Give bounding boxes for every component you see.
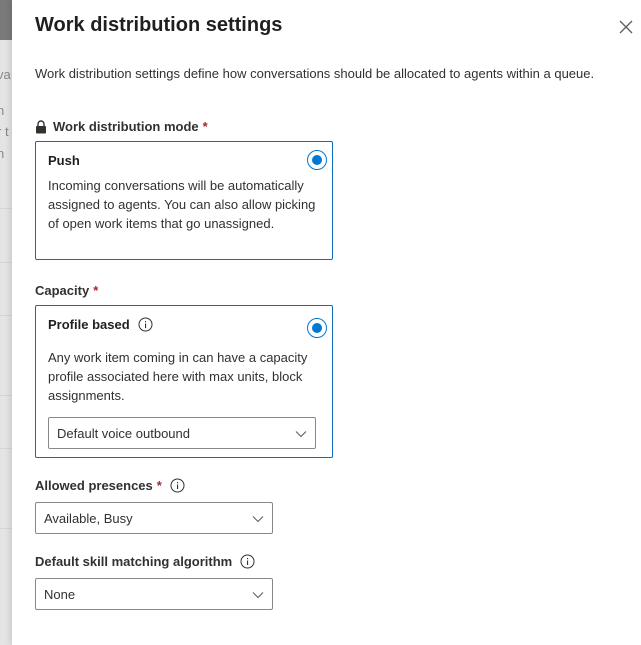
dropdown-value: Available, Busy: [44, 511, 133, 526]
skill-matching-dropdown[interactable]: None: [35, 578, 273, 610]
panel-title: Work distribution settings: [35, 14, 283, 36]
dropdown-value: Default voice outbound: [57, 426, 190, 441]
panel-description: Work distribution settings define how co…: [35, 66, 595, 81]
background-divider: [0, 448, 12, 449]
skill-matching-label: Default skill matching algorithm: [35, 554, 255, 569]
background-divider: [0, 208, 12, 209]
background-divider: [0, 262, 12, 263]
capacity-label: Capacity *: [35, 283, 98, 298]
info-icon[interactable]: [240, 554, 255, 569]
profile-based-option-card[interactable]: Profile based Any work item coming in ca…: [35, 305, 333, 458]
push-option-description: Incoming conversations will be automatic…: [48, 178, 316, 231]
background-text-fragment: n: [0, 146, 5, 161]
background-page: va n r t n: [0, 0, 12, 645]
chevron-down-icon: [252, 516, 264, 523]
background-text-fragment: va: [0, 67, 11, 82]
allowed-presences-dropdown[interactable]: Available, Busy: [35, 502, 273, 534]
work-distribution-mode-label: Work distribution mode *: [35, 119, 208, 134]
background-text-fragment: r t: [0, 124, 9, 139]
push-option-title: Push: [48, 153, 80, 168]
close-icon[interactable]: [617, 18, 635, 36]
required-asterisk: *: [156, 478, 162, 493]
profile-based-option-title-row: Profile based: [48, 317, 153, 332]
profile-based-radio-button[interactable]: [307, 318, 327, 338]
profile-based-option-description: Any work item coming in can have a capac…: [48, 350, 308, 403]
lock-icon: [36, 119, 46, 133]
dropdown-value: None: [44, 587, 76, 602]
info-icon[interactable]: [170, 478, 185, 493]
required-asterisk: *: [93, 283, 99, 298]
background-header-bar: [0, 0, 12, 40]
label-text: Allowed presences: [35, 478, 153, 493]
allowed-presences-label: Allowed presences *: [35, 478, 185, 493]
label-text: Capacity: [35, 283, 90, 298]
background-divider: [0, 395, 12, 396]
info-icon[interactable]: [138, 317, 153, 332]
chevron-down-icon: [252, 592, 264, 599]
background-divider: [0, 528, 12, 529]
profile-based-option-title: Profile based: [48, 317, 130, 332]
background-text-fragment: n: [0, 103, 5, 118]
push-option-card[interactable]: Push Incoming conversations will be auto…: [35, 141, 333, 260]
push-radio-button[interactable]: [307, 150, 327, 170]
label-text: Default skill matching algorithm: [35, 554, 233, 569]
chevron-down-icon: [295, 431, 307, 438]
work-distribution-panel: Work distribution settings Work distribu…: [12, 0, 641, 645]
capacity-profile-dropdown[interactable]: Default voice outbound: [48, 417, 316, 449]
background-divider: [0, 315, 12, 316]
label-text: Work distribution mode: [53, 119, 199, 134]
required-asterisk: *: [202, 119, 208, 134]
